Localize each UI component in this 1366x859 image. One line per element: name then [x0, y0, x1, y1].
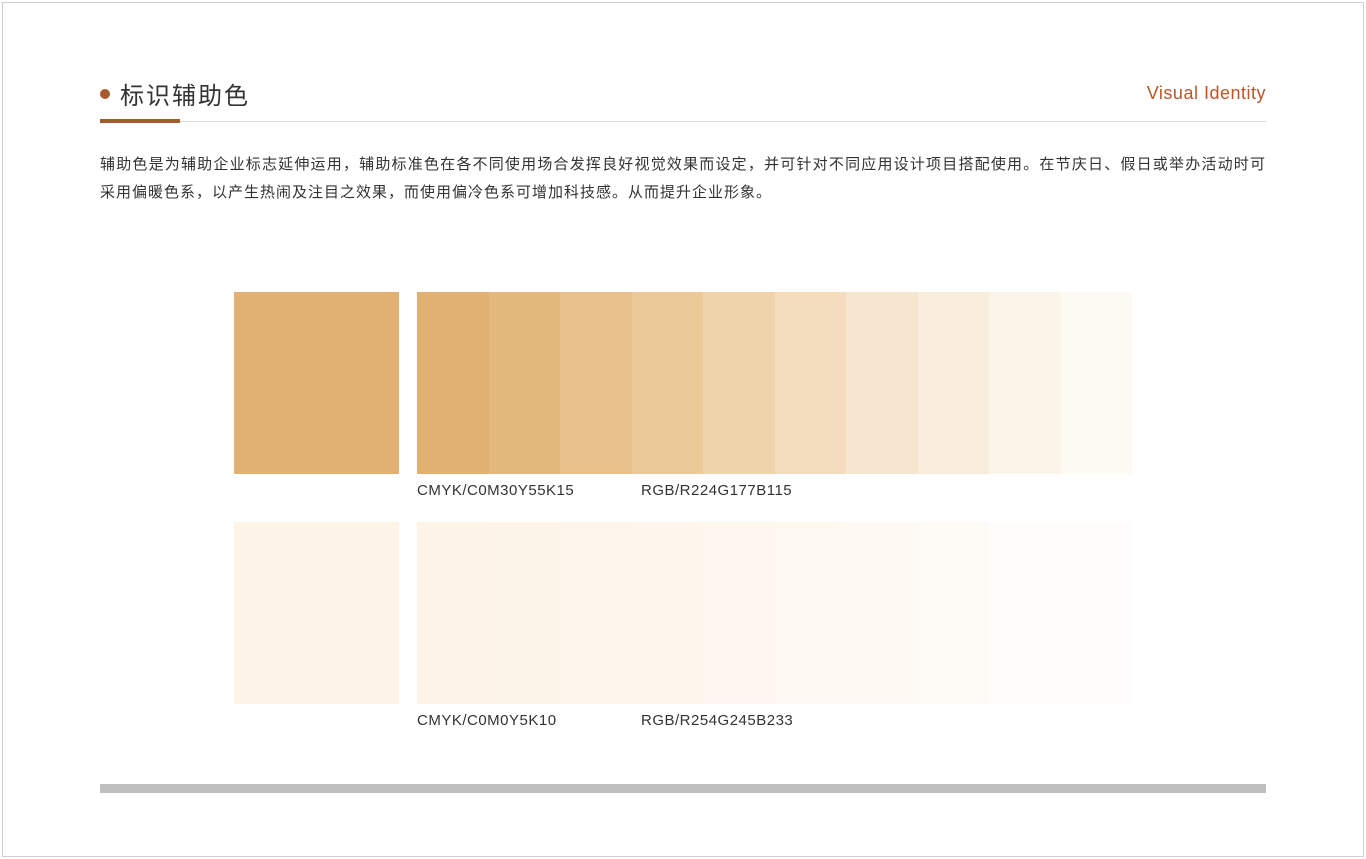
- gradient-step: [1061, 292, 1133, 474]
- gradient-step: [632, 292, 704, 474]
- title-group: 标识辅助色: [100, 76, 250, 111]
- gradient-step: [417, 522, 489, 704]
- rgb-label: RGB/R254G245B233: [641, 712, 793, 729]
- description-text: 辅助色是为辅助企业标志延伸运用，辅助标准色在各不同使用场合发挥良好视觉效果而设定…: [100, 151, 1266, 207]
- underline-full: [100, 121, 1266, 122]
- underline-accent: [100, 119, 180, 123]
- gradient-step: [918, 292, 990, 474]
- gradient-step: [560, 292, 632, 474]
- cmyk-label: CMYK/C0M0Y5K10: [417, 712, 641, 729]
- gradient-step: [489, 522, 561, 704]
- page-title: 标识辅助色: [120, 76, 250, 111]
- rgb-label: RGB/R224G177B115: [641, 482, 792, 499]
- gradient-step: [846, 292, 918, 474]
- gradient-step: [703, 292, 775, 474]
- gradient-step: [417, 292, 489, 474]
- gradient-step: [918, 522, 990, 704]
- gradient-step: [560, 522, 632, 704]
- palette-labels: CMYK/C0M30Y55K15 RGB/R224G177B115: [417, 482, 1132, 499]
- palette-section-2: CMYK/C0M0Y5K10 RGB/R254G245B233: [234, 522, 1132, 729]
- palette-section-1: CMYK/C0M30Y55K15 RGB/R224G177B115: [234, 292, 1132, 499]
- palette-labels: CMYK/C0M0Y5K10 RGB/R254G245B233: [417, 712, 1132, 729]
- gradient-strip: [417, 292, 1132, 474]
- bullet-icon: [100, 89, 110, 99]
- header-row: 标识辅助色 Visual Identity: [100, 76, 1266, 111]
- cmyk-label: CMYK/C0M30Y55K15: [417, 482, 641, 499]
- page-subtitle: Visual Identity: [1147, 83, 1266, 104]
- gradient-step: [775, 292, 847, 474]
- gradient-strip: [417, 522, 1132, 704]
- gradient-step: [989, 292, 1061, 474]
- divider: [100, 119, 1266, 123]
- gradient-step: [632, 522, 704, 704]
- gradient-step: [703, 522, 775, 704]
- main-swatch: [234, 292, 399, 474]
- gradient-step: [775, 522, 847, 704]
- gradient-step: [846, 522, 918, 704]
- gradient-step: [489, 292, 561, 474]
- content-area: 标识辅助色 Visual Identity 辅助色是为辅助企业标志延伸运用，辅助…: [100, 76, 1266, 207]
- palette-row: [234, 292, 1132, 474]
- palette-row: [234, 522, 1132, 704]
- gradient-step: [989, 522, 1061, 704]
- gradient-step: [1061, 522, 1133, 704]
- main-swatch: [234, 522, 399, 704]
- footer-bar: [100, 784, 1266, 793]
